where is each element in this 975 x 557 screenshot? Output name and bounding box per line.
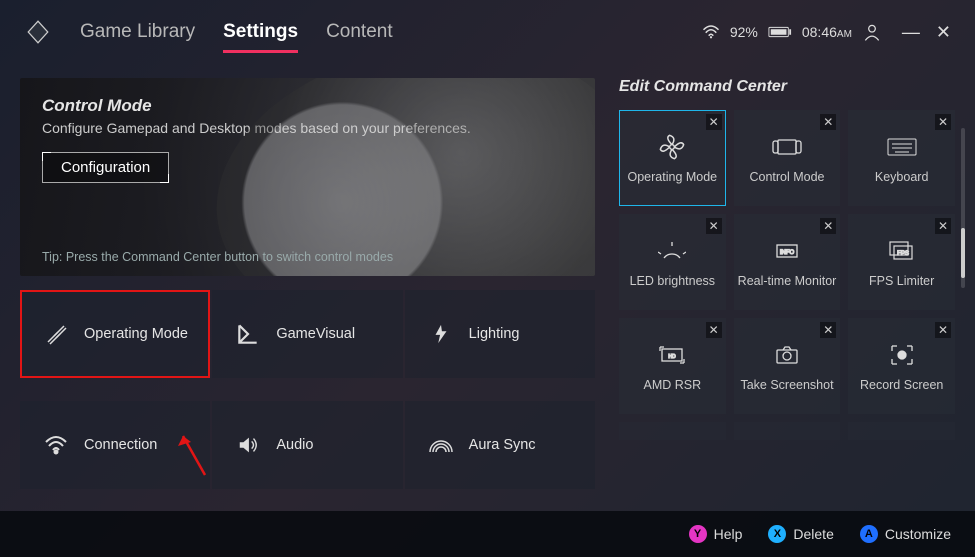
nav-tab-content[interactable]: Content <box>326 21 393 43</box>
app-logo <box>24 18 52 46</box>
top-bar: Game Library Settings Content 92% 08:46A… <box>0 0 975 54</box>
cc-tile-amd-rsr[interactable]: ✕ HD AMD RSR <box>619 318 726 414</box>
bolt-icon <box>427 320 455 348</box>
hero-title: Control Mode <box>42 96 573 116</box>
record-icon <box>890 340 914 370</box>
cc-tile-real-time-monitor[interactable]: ✕ INFO Real-time Monitor <box>734 214 841 310</box>
cc-tile-add[interactable]: + <box>734 422 841 440</box>
settings-tile-label: Lighting <box>469 326 520 342</box>
svg-text:INFO: INFO <box>780 250 795 256</box>
tile-remove-button[interactable]: ✕ <box>706 218 722 234</box>
cc-tile-label: Operating Mode <box>628 170 718 184</box>
wifi-icon <box>42 431 70 459</box>
wifi-icon <box>702 25 720 39</box>
cc-tile-label: Record Screen <box>860 378 943 392</box>
command-center-title: Edit Command Center <box>619 78 955 96</box>
tile-remove-button[interactable]: ✕ <box>820 322 836 338</box>
gvisual-icon <box>234 320 262 348</box>
settings-tile-label: Connection <box>84 437 157 453</box>
footer-customize[interactable]: A Customize <box>860 525 951 543</box>
cc-tile-take-screenshot[interactable]: ✕ Take Screenshot <box>734 318 841 414</box>
cc-tile-record-screen[interactable]: ✕ Record Screen <box>848 318 955 414</box>
tile-remove-button[interactable]: ✕ <box>706 114 722 130</box>
keyboard-icon <box>887 132 917 162</box>
cc-tile-operating-mode[interactable]: ✕ Operating Mode <box>619 110 726 206</box>
led-icon <box>658 236 686 266</box>
hero-tip: Tip: Press the Command Center button to … <box>42 250 393 264</box>
clock-time: 08:46AM <box>802 24 852 40</box>
hero-subtitle: Configure Gamepad and Desktop modes base… <box>42 120 573 136</box>
settings-tile-operating-mode[interactable]: Operating Mode <box>20 290 210 378</box>
tile-remove-button[interactable]: ✕ <box>820 114 836 130</box>
hero-card-control-mode: Control Mode Configure Gamepad and Deskt… <box>20 78 595 276</box>
settings-tile-connection[interactable]: Connection <box>20 401 210 489</box>
svg-text:HD: HD <box>669 354 677 360</box>
handheld-icon <box>772 132 802 162</box>
cc-tile-add[interactable]: + <box>848 422 955 440</box>
settings-tile-aura-sync[interactable]: Aura Sync <box>405 401 595 489</box>
monitor-icon: INFO <box>774 236 800 266</box>
footer-bar: Y Help X Delete A Customize <box>0 511 975 557</box>
tile-remove-button[interactable]: ✕ <box>706 322 722 338</box>
settings-grid: Operating Mode GameVisual Lighting Connecti… <box>20 290 595 509</box>
cc-tile-keyboard[interactable]: ✕ Keyboard <box>848 110 955 206</box>
cc-tile-label: Control Mode <box>749 170 824 184</box>
tile-remove-button[interactable]: ✕ <box>935 114 951 130</box>
settings-tile-label: Aura Sync <box>469 437 536 453</box>
scrollbar[interactable] <box>961 128 965 288</box>
settings-tile-label: GameVisual <box>276 326 355 342</box>
cc-tile-fps-limiter[interactable]: ✕ FPS FPS Limiter <box>848 214 955 310</box>
cc-tile-add[interactable]: + <box>619 422 726 440</box>
footer-help[interactable]: Y Help <box>689 525 743 543</box>
x-button-icon: X <box>768 525 786 543</box>
settings-tile-audio[interactable]: Audio <box>212 401 402 489</box>
configuration-button[interactable]: Configuration <box>42 152 169 183</box>
tools-icon <box>42 320 70 348</box>
nav-tab-settings[interactable]: Settings <box>223 21 298 43</box>
battery-icon <box>768 26 792 38</box>
battery-percent: 92% <box>730 24 758 40</box>
footer-delete[interactable]: X Delete <box>768 525 833 543</box>
camera-icon <box>775 340 799 370</box>
fan-icon <box>658 132 686 162</box>
settings-tile-gamevisual[interactable]: GameVisual <box>212 290 402 378</box>
speaker-icon <box>234 431 262 459</box>
cc-tile-control-mode[interactable]: ✕ Control Mode <box>734 110 841 206</box>
settings-tile-label: Operating Mode <box>84 326 188 342</box>
svg-text:FPS: FPS <box>897 251 909 257</box>
tile-remove-button[interactable]: ✕ <box>820 218 836 234</box>
status-area: 92% 08:46AM — ✕ <box>702 22 951 43</box>
cc-tile-led-brightness[interactable]: ✕ LED brightness <box>619 214 726 310</box>
rsr-icon: HD <box>659 340 685 370</box>
close-button[interactable]: ✕ <box>936 22 951 43</box>
settings-tile-lighting[interactable]: Lighting <box>405 290 595 378</box>
cc-tile-label: AMD RSR <box>644 378 702 392</box>
tile-remove-button[interactable]: ✕ <box>935 322 951 338</box>
fps-icon: FPS <box>888 236 916 266</box>
cc-tile-label: Take Screenshot <box>740 378 833 392</box>
settings-tile-label: Audio <box>276 437 313 453</box>
minimize-button[interactable]: — <box>902 22 920 43</box>
nav-tabs: Game Library Settings Content <box>80 21 393 43</box>
cc-tile-label: Real-time Monitor <box>738 274 837 288</box>
cc-tile-label: LED brightness <box>630 274 715 288</box>
tile-remove-button[interactable]: ✕ <box>935 218 951 234</box>
rainbow-icon <box>427 431 455 459</box>
a-button-icon: A <box>860 525 878 543</box>
command-center-grid: ✕ Operating Mode ✕ Control Mode ✕ Keyboard ✕ LE… <box>619 110 955 440</box>
nav-tab-game-library[interactable]: Game Library <box>80 21 195 43</box>
cc-tile-label: Keyboard <box>875 170 929 184</box>
cc-tile-label: FPS Limiter <box>869 274 934 288</box>
profile-icon[interactable] <box>862 22 882 42</box>
y-button-icon: Y <box>689 525 707 543</box>
